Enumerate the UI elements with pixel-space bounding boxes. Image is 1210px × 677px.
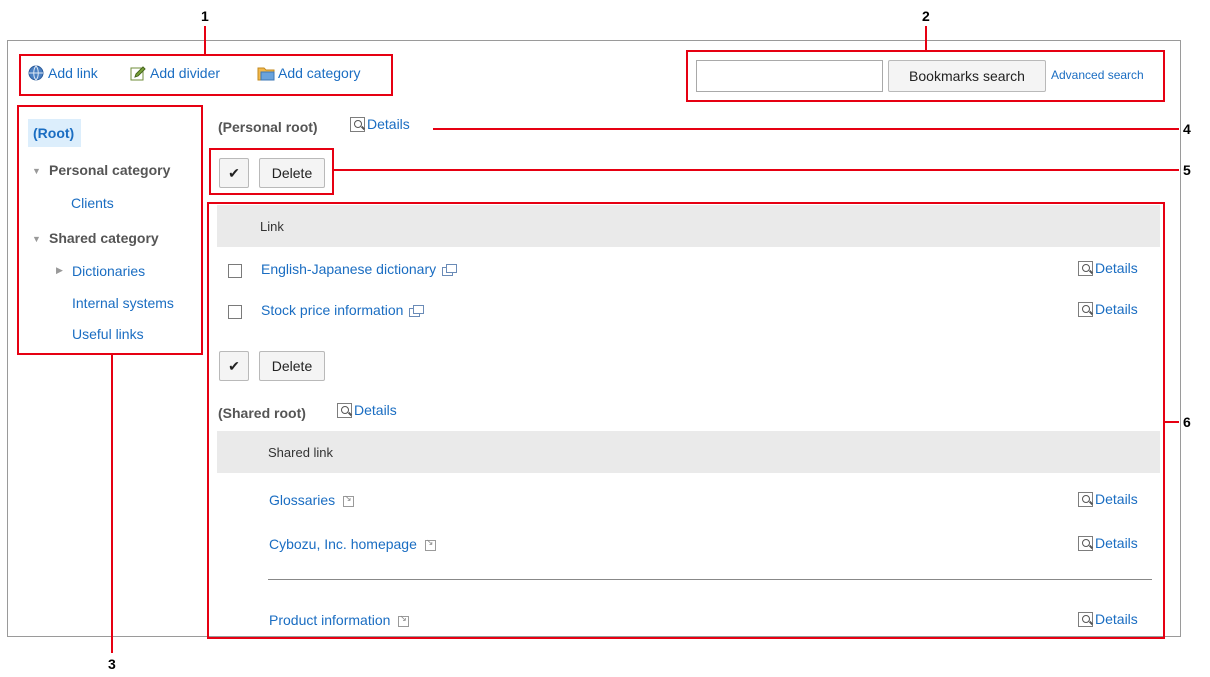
external-link-icon xyxy=(424,537,436,551)
advanced-search-link[interactable]: Advanced search xyxy=(1051,68,1144,82)
add-category-button[interactable]: Add category xyxy=(257,65,361,81)
sidebar-item-internal-systems[interactable]: Internal systems xyxy=(72,295,174,311)
expand-triangle-right-icon[interactable]: ▶ xyxy=(56,265,63,276)
sidebar-item-dictionaries[interactable]: Dictionaries xyxy=(72,263,145,279)
globe-link-icon xyxy=(28,65,44,81)
shared-bookmark-label: Glossaries xyxy=(269,492,336,508)
callout-line-1 xyxy=(204,26,206,56)
add-link-label: Add link xyxy=(48,65,98,81)
callout-line-3 xyxy=(111,353,113,653)
table-row: English-Japanese dictionary Details xyxy=(217,252,1160,290)
details-label: Details xyxy=(367,116,410,132)
details-link[interactable]: Details xyxy=(1078,611,1138,627)
magnifier-details-icon xyxy=(1078,611,1093,627)
shared-root-details-link[interactable]: Details xyxy=(337,402,397,418)
details-label: Details xyxy=(1095,491,1138,507)
delete-button[interactable]: Delete xyxy=(259,351,325,381)
callout-number-6: 6 xyxy=(1183,414,1191,430)
table-row: Stock price information Details xyxy=(217,293,1160,331)
callout-line-6 xyxy=(1164,421,1179,423)
callout-number-2: 2 xyxy=(922,8,930,24)
select-all-checkmark-button[interactable]: ✔ xyxy=(219,351,249,381)
new-window-icon[interactable] xyxy=(442,263,458,277)
callout-line-4 xyxy=(433,128,1179,130)
magnifier-details-icon xyxy=(350,116,365,132)
callout-number-4: 4 xyxy=(1183,121,1191,137)
details-label: Details xyxy=(354,402,397,418)
table-row: Product information Details xyxy=(217,606,1160,636)
table-row: Glossaries Details xyxy=(217,482,1160,520)
callout-number-5: 5 xyxy=(1183,162,1191,178)
details-label: Details xyxy=(1095,611,1138,627)
select-all-checkmark-button[interactable]: ✔ xyxy=(219,158,249,188)
callout-number-1: 1 xyxy=(201,8,209,24)
bookmarks-search-button[interactable]: Bookmarks search xyxy=(888,60,1046,92)
pencil-note-icon xyxy=(130,66,146,81)
shared-bookmark-link[interactable]: Cybozu, Inc. homepage xyxy=(269,536,436,552)
add-category-label: Add category xyxy=(278,65,361,81)
details-link[interactable]: Details xyxy=(1078,535,1138,551)
shared-bookmark-label: Cybozu, Inc. homepage xyxy=(269,536,417,552)
folder-icon xyxy=(257,67,275,81)
bookmark-search-input[interactable] xyxy=(696,60,883,92)
details-label: Details xyxy=(1095,301,1138,317)
bookmark-link-label: English-Japanese dictionary xyxy=(261,261,437,277)
magnifier-details-icon xyxy=(1078,260,1093,276)
sidebar-item-useful-links[interactable]: Useful links xyxy=(72,326,144,342)
add-link-button[interactable]: Add link xyxy=(28,65,98,81)
add-divider-button[interactable]: Add divider xyxy=(130,65,220,81)
details-link[interactable]: Details xyxy=(1078,491,1138,507)
sidebar-item-clients[interactable]: Clients xyxy=(71,195,114,211)
sidebar-item-personal-category[interactable]: Personal category xyxy=(49,162,170,178)
shared-bookmark-link[interactable]: Glossaries xyxy=(269,492,355,508)
callout-number-3: 3 xyxy=(108,656,116,672)
expand-triangle-down-icon[interactable]: ▼ xyxy=(32,234,41,244)
sidebar-item-root[interactable]: (Root) xyxy=(33,125,74,141)
callout-line-2 xyxy=(925,26,927,52)
shared-bookmark-label: Product information xyxy=(269,612,391,628)
details-link[interactable]: Details xyxy=(1078,260,1138,276)
bookmark-link[interactable]: English-Japanese dictionary xyxy=(261,261,458,277)
row-checkbox[interactable] xyxy=(228,305,242,319)
sidebar-item-shared-category[interactable]: Shared category xyxy=(49,230,159,246)
external-link-icon xyxy=(398,613,410,627)
shared-link-column-header: Shared link xyxy=(217,431,1160,473)
shared-bookmark-link[interactable]: Product information xyxy=(269,612,410,628)
details-link[interactable]: Details xyxy=(1078,301,1138,317)
magnifier-details-icon xyxy=(337,402,352,418)
personal-link-column-header: Link xyxy=(217,205,1160,247)
details-label: Details xyxy=(1095,535,1138,551)
bookmark-link[interactable]: Stock price information xyxy=(261,302,425,318)
add-divider-label: Add divider xyxy=(150,65,221,81)
row-checkbox[interactable] xyxy=(228,264,242,278)
expand-triangle-down-icon[interactable]: ▼ xyxy=(32,166,41,176)
checkmark-icon: ✔ xyxy=(228,164,240,181)
callout-line-5 xyxy=(333,169,1179,171)
magnifier-details-icon xyxy=(1078,535,1093,551)
personal-root-title: (Personal root) xyxy=(218,119,318,135)
magnifier-details-icon xyxy=(1078,491,1093,507)
new-window-icon[interactable] xyxy=(409,304,425,318)
delete-button[interactable]: Delete xyxy=(259,158,325,188)
bookmark-link-label: Stock price information xyxy=(261,302,404,318)
details-label: Details xyxy=(1095,260,1138,276)
shared-root-title: (Shared root) xyxy=(218,405,306,421)
table-row: Cybozu, Inc. homepage Details xyxy=(217,526,1160,564)
external-link-icon xyxy=(343,493,355,507)
magnifier-details-icon xyxy=(1078,301,1093,317)
checkmark-icon: ✔ xyxy=(228,357,240,374)
personal-root-details-link[interactable]: Details xyxy=(350,116,410,132)
bookmark-divider xyxy=(268,579,1152,580)
